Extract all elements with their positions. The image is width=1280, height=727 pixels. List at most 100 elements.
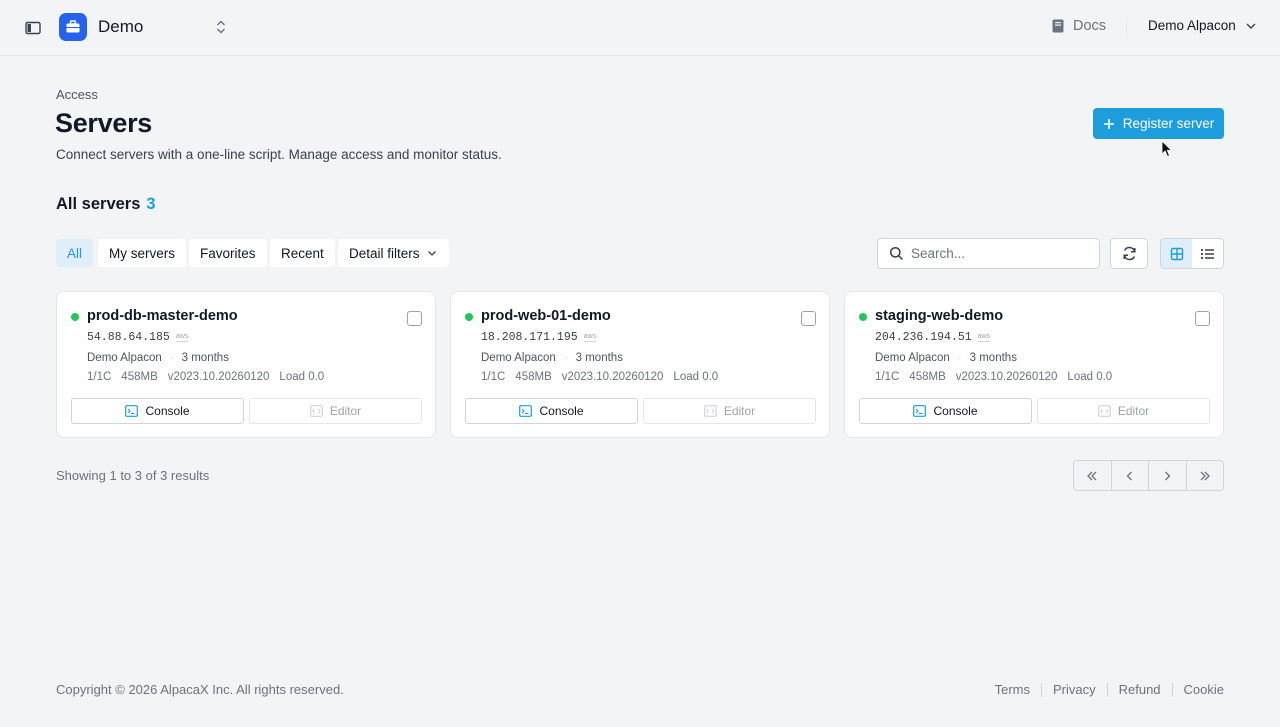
- list-view-button[interactable]: [1192, 239, 1223, 268]
- filter-recent[interactable]: Recent: [270, 239, 335, 267]
- chevron-up-down-icon[interactable]: [214, 18, 228, 36]
- server-ip-text: 18.208.171.195: [481, 331, 578, 344]
- refresh-button[interactable]: [1110, 238, 1148, 269]
- console-label: Console: [539, 404, 584, 418]
- server-owner-name: Demo Alpacon: [875, 352, 950, 364]
- server-name[interactable]: staging-web-demo: [875, 308, 1003, 324]
- server-select-checkbox[interactable]: [1195, 311, 1210, 326]
- server-name[interactable]: prod-web-01-demo: [481, 308, 611, 324]
- last-page-button[interactable]: [1187, 461, 1224, 490]
- console-label: Console: [145, 404, 190, 418]
- sidebar-toggle-icon[interactable]: [24, 19, 42, 37]
- server-memory: 458MB: [121, 371, 158, 383]
- editor-button: Editor: [249, 398, 422, 424]
- editor-label: Editor: [1117, 404, 1150, 418]
- server-version: v2023.10.20260120: [167, 371, 270, 383]
- aws-icon: aws: [583, 333, 597, 342]
- server-cpu: 1/1C: [481, 371, 506, 383]
- editor-button: Editor: [1037, 398, 1210, 424]
- server-owner: Demo Alpacon · 3 months: [481, 352, 623, 364]
- plus-icon: [1103, 118, 1114, 129]
- next-page-button[interactable]: [1149, 461, 1187, 490]
- separator-dot: ·: [169, 352, 174, 364]
- status-online-dot: [465, 313, 473, 321]
- terms-link[interactable]: Terms: [995, 682, 1030, 697]
- chevrons-right-icon: [1200, 471, 1210, 480]
- console-label: Console: [933, 404, 978, 418]
- copyright: Copyright © 2026 AlpacaX Inc. All rights…: [56, 682, 344, 697]
- privacy-link[interactable]: Privacy: [1053, 682, 1096, 697]
- section-title-text: All servers: [56, 195, 141, 213]
- aws-icon: aws: [977, 333, 991, 342]
- server-card[interactable]: staging-web-demo 204.236.194.51 aws Demo…: [844, 291, 1224, 438]
- page-title: Servers: [55, 108, 152, 138]
- user-menu[interactable]: Demo Alpacon: [1148, 18, 1258, 33]
- terminal-icon: [913, 405, 927, 417]
- server-memory: 458MB: [909, 371, 946, 383]
- detail-filters-dropdown[interactable]: Detail filters: [338, 239, 449, 267]
- detail-filters-label: Detail filters: [349, 245, 420, 261]
- server-cpu: 1/1C: [875, 371, 900, 383]
- list-icon: [1200, 248, 1214, 259]
- register-server-button[interactable]: Register server: [1093, 108, 1224, 139]
- search-box: [877, 238, 1100, 269]
- terminal-icon: [125, 405, 139, 417]
- previous-page-button[interactable]: [1112, 461, 1149, 490]
- status-online-dot: [859, 313, 867, 321]
- server-specs: 1/1C 458MB v2023.10.20260120 Load 0.0: [87, 371, 324, 383]
- code-file-icon: [1097, 405, 1111, 417]
- first-page-button[interactable]: [1074, 461, 1112, 490]
- filter-all[interactable]: All: [56, 239, 94, 267]
- cookie-link[interactable]: Cookie: [1184, 682, 1224, 697]
- server-specs: 1/1C 458MB v2023.10.20260120 Load 0.0: [481, 371, 718, 383]
- server-cpu: 1/1C: [87, 371, 112, 383]
- filter-my-servers[interactable]: My servers: [98, 239, 187, 267]
- server-version: v2023.10.20260120: [955, 371, 1058, 383]
- console-button[interactable]: Console: [859, 398, 1032, 424]
- server-age: 3 months: [575, 352, 623, 364]
- server-count: 3: [146, 195, 156, 213]
- server-age: 3 months: [969, 352, 1017, 364]
- server-name[interactable]: prod-db-master-demo: [87, 308, 238, 324]
- server-owner-name: Demo Alpacon: [481, 352, 556, 364]
- register-server-label: Register server: [1122, 116, 1215, 131]
- docs-label: Docs: [1073, 18, 1107, 34]
- user-name: Demo Alpacon: [1148, 18, 1236, 33]
- search-icon: [889, 246, 904, 261]
- console-button[interactable]: Console: [465, 398, 638, 424]
- console-button[interactable]: Console: [71, 398, 244, 424]
- server-select-checkbox[interactable]: [407, 311, 422, 326]
- workspace-name[interactable]: Demo: [98, 17, 143, 37]
- server-owner: Demo Alpacon · 3 months: [87, 352, 229, 364]
- pagination: [1073, 460, 1224, 491]
- separator-dot: ·: [563, 352, 568, 364]
- grid-icon: [1170, 247, 1183, 260]
- footer-divider: [1171, 682, 1173, 697]
- page-subtitle: Connect servers with a one-line script. …: [56, 147, 502, 162]
- search-input[interactable]: [911, 246, 1091, 261]
- server-age: 3 months: [181, 352, 229, 364]
- server-select-checkbox[interactable]: [801, 311, 816, 326]
- book-icon: [1052, 19, 1064, 33]
- code-file-icon: [309, 405, 323, 417]
- footer-divider: [1040, 682, 1042, 697]
- code-file-icon: [703, 405, 717, 417]
- server-card[interactable]: prod-web-01-demo 18.208.171.195 aws Demo…: [450, 291, 830, 438]
- footer-links: Terms Privacy Refund Cookie: [995, 682, 1224, 697]
- editor-button: Editor: [643, 398, 816, 424]
- server-specs: 1/1C 458MB v2023.10.20260120 Load 0.0: [875, 371, 1112, 383]
- section-title: All servers 3: [56, 195, 156, 214]
- filter-favorites[interactable]: Favorites: [189, 239, 267, 267]
- docs-link[interactable]: Docs: [1050, 18, 1106, 34]
- server-load: Load 0.0: [279, 371, 325, 383]
- breadcrumb[interactable]: Access: [56, 87, 98, 102]
- server-card[interactable]: prod-db-master-demo 54.88.64.185 aws Dem…: [56, 291, 436, 438]
- refund-link[interactable]: Refund: [1119, 682, 1161, 697]
- terminal-icon: [519, 405, 533, 417]
- mouse-cursor-icon: [1161, 140, 1173, 158]
- server-owner-name: Demo Alpacon: [87, 352, 162, 364]
- grid-view-button[interactable]: [1161, 239, 1192, 268]
- server-ip-text: 54.88.64.185: [87, 331, 170, 344]
- server-load: Load 0.0: [1067, 371, 1113, 383]
- footer-divider: [1106, 682, 1108, 697]
